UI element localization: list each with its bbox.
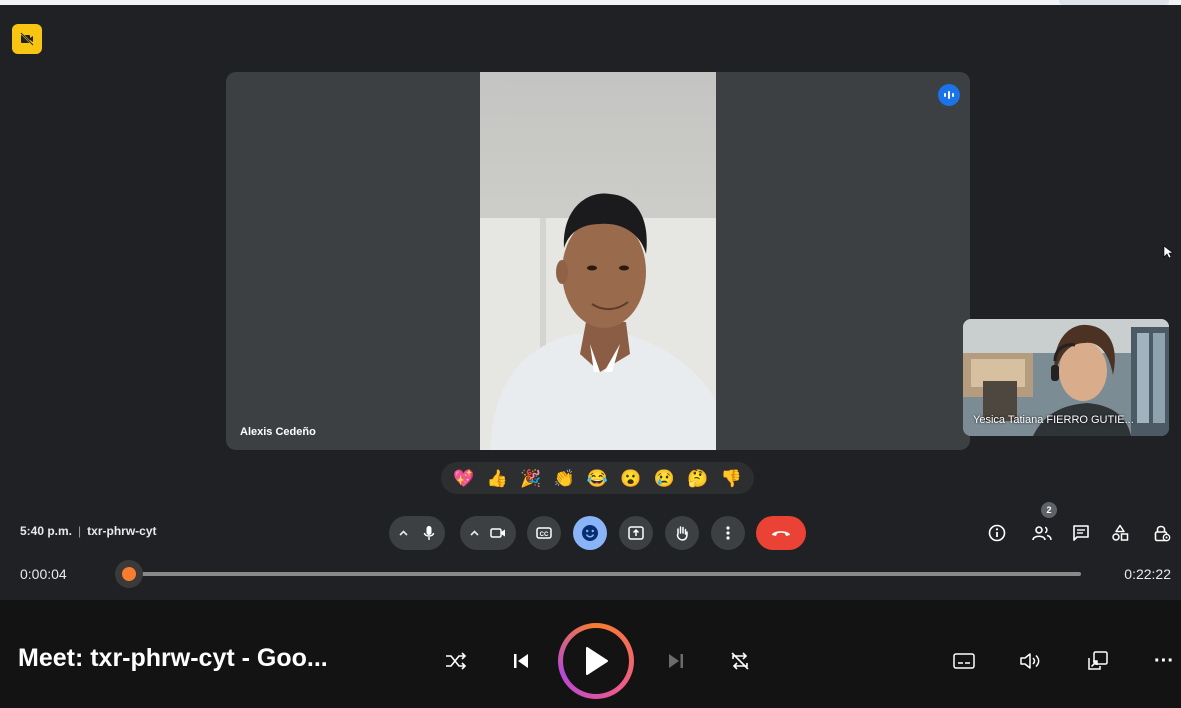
repeat-off-icon — [731, 652, 749, 670]
more-button[interactable]: ··· — [1148, 645, 1180, 677]
reactions-bar: 💖 👍 🎉 👏 😂 😮 😢 🤔 👎 — [441, 462, 754, 494]
people-button[interactable] — [1030, 521, 1054, 545]
participant-video — [480, 72, 716, 450]
raise-hand-button[interactable] — [665, 516, 699, 550]
chevron-up-icon[interactable] — [470, 530, 479, 536]
previous-button[interactable] — [505, 645, 537, 677]
reaction-thumbs-down[interactable]: 👎 — [719, 466, 743, 490]
info-icon — [988, 524, 1006, 542]
activities-button[interactable] — [1108, 521, 1132, 545]
previous-icon — [514, 654, 528, 668]
chevron-up-icon[interactable] — [399, 530, 408, 536]
people-count-badge: 2 — [1041, 502, 1057, 518]
self-participant-name: Yesica Tatiana FIERRO GUTIE... — [973, 414, 1134, 426]
shuffle-icon — [446, 652, 467, 670]
repeat-off-button[interactable] — [724, 645, 756, 677]
mouse-cursor-icon — [1163, 245, 1174, 264]
meet-window: Alexis Cedeño Yesica Tatiana FIERRO GUTI… — [0, 0, 1181, 600]
play-icon — [586, 647, 608, 675]
total-time: 0:22:22 — [1124, 566, 1171, 582]
captions-icon: CC — [536, 527, 552, 539]
media-title: Meet: txr-phrw-cyt - Goo... — [18, 644, 328, 672]
mic-icon[interactable] — [423, 525, 435, 541]
end-call-button[interactable] — [756, 516, 806, 550]
meeting-info: 5:40 p.m. | txr-phrw-cyt — [20, 524, 157, 538]
chat-icon — [1073, 525, 1089, 541]
top-strip — [0, 0, 1181, 5]
mini-player-button[interactable] — [1082, 645, 1114, 677]
chat-button[interactable] — [1069, 521, 1093, 545]
subtitles-icon — [953, 653, 975, 669]
info-button[interactable] — [985, 521, 1009, 545]
meeting-time: 5:40 p.m. — [20, 524, 73, 538]
shuffle-button[interactable] — [440, 645, 472, 677]
emoji-button[interactable] — [573, 516, 607, 550]
reaction-thumbs-up[interactable]: 👍 — [485, 466, 509, 490]
reaction-party[interactable]: 🎉 — [519, 466, 543, 490]
reaction-laugh[interactable]: 😂 — [585, 466, 609, 490]
camera-off-icon[interactable] — [12, 24, 42, 54]
meeting-code: txr-phrw-cyt — [87, 524, 157, 538]
reaction-clap[interactable]: 👏 — [552, 466, 576, 490]
speaking-indicator-icon — [938, 84, 960, 106]
main-participant-tile[interactable]: Alexis Cedeño — [226, 72, 970, 450]
volume-button[interactable] — [1015, 645, 1047, 677]
activities-icon — [1112, 524, 1129, 541]
svg-text:CC: CC — [540, 532, 549, 538]
emoji-icon — [582, 525, 598, 541]
play-button[interactable] — [558, 623, 634, 699]
end-call-icon — [772, 531, 790, 536]
camera-icon[interactable] — [490, 527, 506, 539]
reaction-sad[interactable]: 😢 — [652, 466, 676, 490]
current-time: 0:00:04 — [20, 566, 67, 582]
raise-hand-icon — [676, 526, 688, 541]
captions-button[interactable]: CC — [527, 516, 561, 550]
present-icon — [628, 526, 644, 540]
host-controls-button[interactable] — [1150, 521, 1174, 545]
self-view-tile[interactable]: Yesica Tatiana FIERRO GUTIE... — [963, 319, 1169, 436]
host-controls-icon — [1154, 525, 1171, 542]
more-options-icon — [726, 526, 730, 540]
participant-name: Alexis Cedeño — [240, 426, 316, 438]
next-button[interactable] — [660, 645, 692, 677]
mic-control — [389, 516, 445, 550]
seek-bar[interactable] — [128, 572, 1081, 576]
camera-control — [460, 516, 516, 550]
mini-player-icon — [1088, 651, 1108, 670]
meeting-info-separator: | — [78, 524, 82, 538]
reaction-surprised[interactable]: 😮 — [619, 466, 643, 490]
reaction-heart[interactable]: 💖 — [452, 466, 476, 490]
reaction-thinking[interactable]: 🤔 — [686, 466, 710, 490]
seek-handle[interactable] — [115, 560, 143, 588]
subtitles-button[interactable] — [948, 645, 980, 677]
volume-icon — [1020, 653, 1040, 669]
people-icon — [1032, 526, 1052, 541]
next-icon — [669, 654, 683, 668]
present-button[interactable] — [619, 516, 653, 550]
more-options-button[interactable] — [711, 516, 745, 550]
